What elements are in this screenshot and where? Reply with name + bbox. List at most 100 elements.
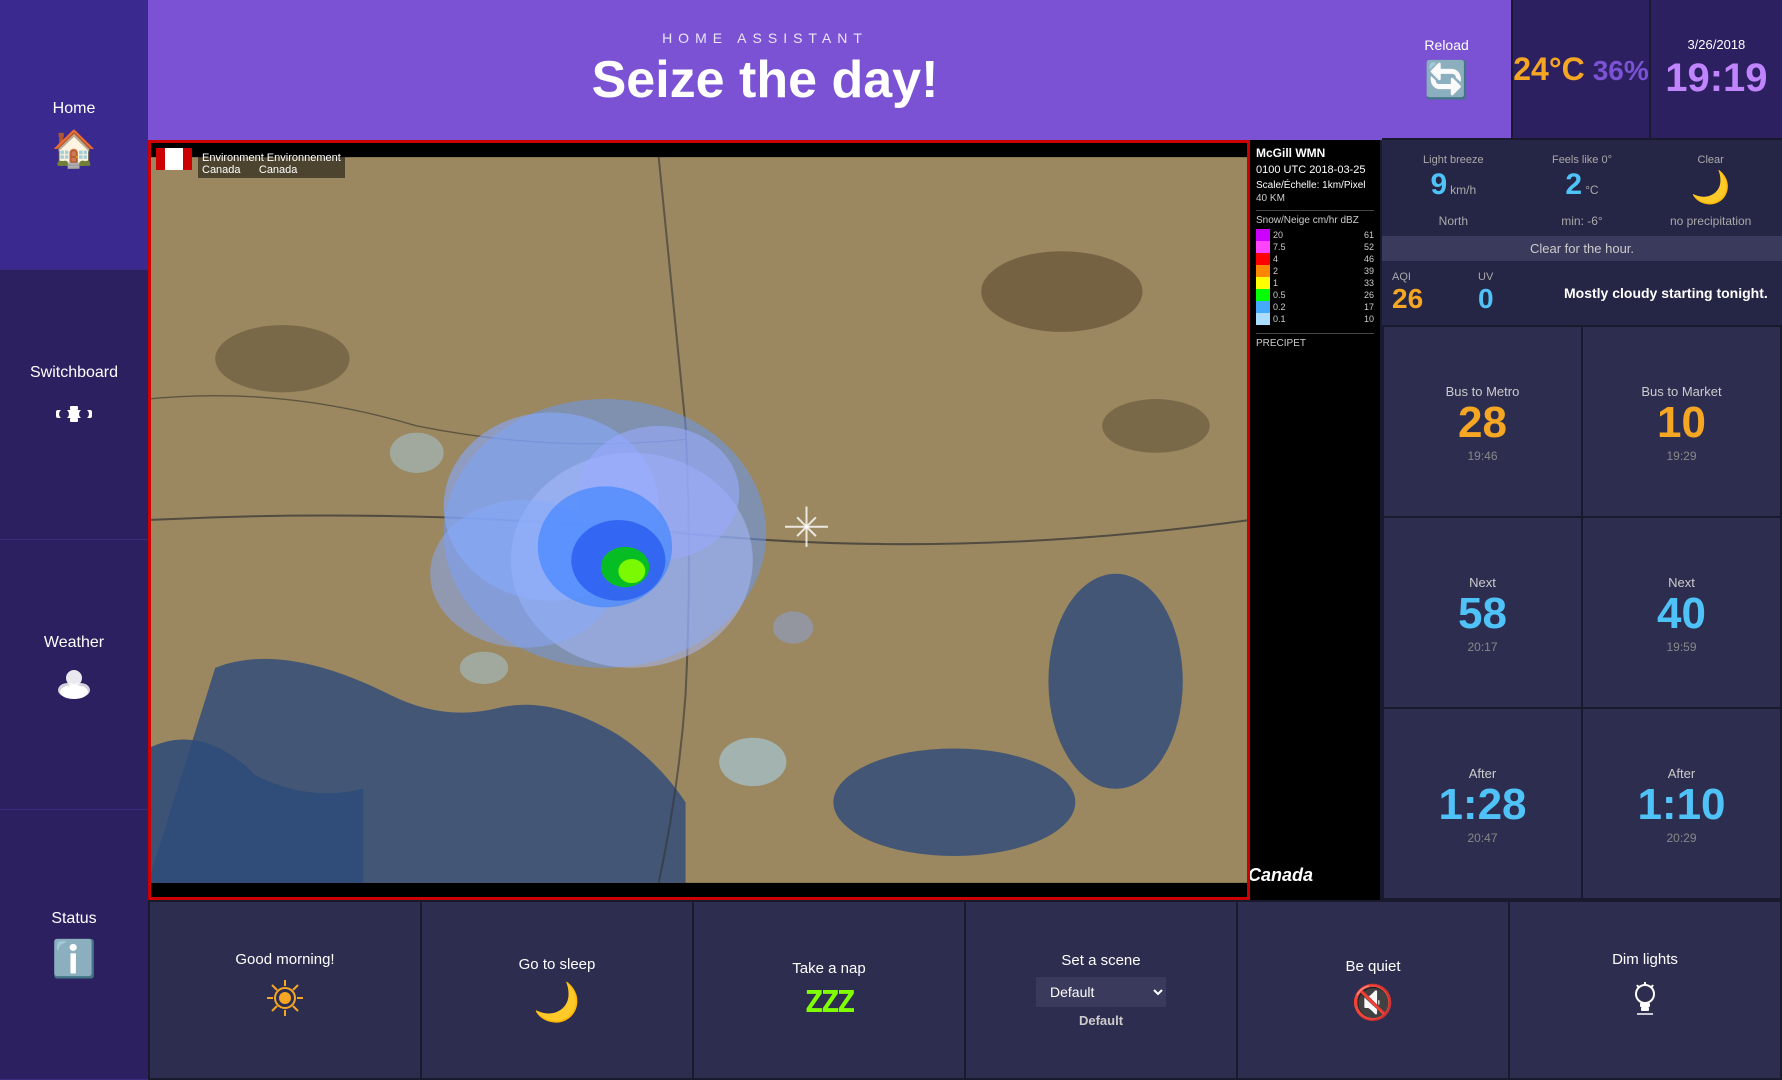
wind-stat: Light breeze 9 km/h (1392, 154, 1515, 206)
sidebar-item-home[interactable]: Home 🏠 (0, 0, 148, 270)
weather-top-stats: Light breeze 9 km/h Feels like 0° 2 °C C… (1382, 140, 1782, 212)
sidebar-item-switchboard[interactable]: Switchboard (0, 270, 148, 540)
bus-next1-title: Next (1469, 575, 1496, 590)
wind-dir: North (1392, 214, 1515, 228)
be-quiet-label: Be quiet (1345, 958, 1400, 975)
bus-next2-title: Next (1668, 575, 1695, 590)
legend-row-20: 20 61 (1256, 229, 1374, 241)
temperature-display: 24°C 36% (1513, 0, 1651, 140)
bus-next2-number: 40 (1657, 592, 1706, 636)
bus-market-number: 10 (1657, 401, 1706, 445)
set-a-scene-button[interactable]: Set a scene Default Default (966, 902, 1236, 1078)
sidebar-item-weather[interactable]: Weather (0, 540, 148, 810)
sidebar-item-status[interactable]: Status ℹ️ (0, 810, 148, 1080)
weather-panel: Light breeze 9 km/h Feels like 0° 2 °C C… (1382, 140, 1782, 900)
feels-min: min: -6° (1521, 214, 1644, 228)
dim-lights-icon (1623, 976, 1667, 1029)
sidebar-switchboard-label: Switchboard (30, 364, 118, 382)
wind-label: Light breeze (1423, 154, 1484, 166)
condition-icon: 🌙 (1691, 168, 1731, 206)
bus-after1-number: 1:28 (1438, 783, 1526, 827)
take-a-nap-icon: ZZZ (805, 985, 853, 1020)
aqi-value: 26 (1392, 283, 1472, 315)
reload-label: Reload (1424, 37, 1468, 53)
feels-value: 2 (1565, 168, 1582, 202)
weather-forecast: Mostly cloudy starting tonight. (1564, 285, 1772, 301)
bus-next1-time: 20:17 (1467, 640, 1497, 654)
bus-card-next1: Next 58 20:17 (1384, 518, 1581, 707)
bus-after2-number: 1:10 (1637, 783, 1725, 827)
good-morning-label: Good morning! (235, 951, 334, 968)
legend-row-75: 7.5 52 (1256, 241, 1374, 253)
bus-after1-time: 20:47 (1467, 831, 1497, 845)
bus-next1-number: 58 (1458, 592, 1507, 636)
current-time: 19:19 (1665, 56, 1767, 101)
radar-time: 0100 UTC 2018-03-25 (1256, 164, 1374, 176)
bus-market-time: 19:29 (1666, 449, 1696, 463)
scene-select[interactable]: Default (1036, 977, 1166, 1007)
feels-label: Feels like 0° (1552, 154, 1612, 166)
take-a-nap-label: Take a nap (792, 960, 865, 977)
radar-scale: Scale/Échelle: 1km/Pixel (1256, 180, 1374, 191)
sidebar-status-label: Status (51, 910, 96, 928)
bus-card-after2: After 1:10 20:29 (1583, 709, 1780, 898)
weather-icon (52, 662, 96, 715)
set-a-scene-label: Set a scene (1061, 952, 1140, 969)
temperature-celsius: 24°C (1513, 51, 1585, 88)
home-icon: 🏠 (52, 128, 97, 170)
good-morning-icon (263, 976, 307, 1029)
bus-after1-title: After (1469, 766, 1496, 781)
sidebar-weather-label: Weather (44, 634, 104, 652)
clock-display: 3/26/2018 19:19 (1651, 0, 1782, 140)
aqi-label: AQI (1392, 271, 1472, 283)
bus-metro-title: Bus to Metro (1446, 384, 1520, 399)
go-to-sleep-label: Go to sleep (519, 956, 596, 973)
humidity-percent: 36% (1593, 55, 1649, 87)
action-bar: Good morning! Go to sleep 🌙 (148, 900, 1782, 1080)
uv-block: UV 0 (1478, 271, 1558, 315)
go-to-sleep-icon: 🌙 (533, 981, 580, 1025)
uv-value: 0 (1478, 283, 1558, 315)
be-quiet-icon: 🔇 (1352, 983, 1394, 1023)
feels-unit: °C (1585, 183, 1598, 197)
legend-row-01: 0.1 10 (1256, 313, 1374, 325)
bus-card-after1: After 1:28 20:47 (1384, 709, 1581, 898)
legend-row-2: 2 39 (1256, 265, 1374, 277)
header: HOME ASSISTANT Seize the day! (148, 0, 1382, 140)
weather-aqi-section: AQI 26 UV 0 Mostly cloudy starting tonig… (1382, 261, 1782, 325)
bus-schedule: Bus to Metro 28 19:46 Bus to Market 10 1… (1382, 325, 1782, 900)
go-to-sleep-button[interactable]: Go to sleep 🌙 (422, 902, 692, 1078)
status-icon: ℹ️ (52, 938, 97, 980)
radar-legend-title: Snow/Neige cm/hr dBZ (1256, 210, 1374, 226)
switchboard-icon (52, 392, 96, 445)
bus-card-market: Bus to Market 10 19:29 (1583, 327, 1780, 516)
bus-after2-time: 20:29 (1666, 831, 1696, 845)
take-a-nap-button[interactable]: Take a nap ZZZ (694, 902, 964, 1078)
condition-sub: no precipitation (1649, 214, 1772, 228)
header-title: Seize the day! (592, 50, 939, 110)
wind-unit: km/h (1450, 183, 1476, 197)
reload-button[interactable]: Reload 🔄 (1382, 0, 1513, 140)
radar-station: McGill WMN (1256, 146, 1374, 162)
bus-metro-time: 19:46 (1467, 449, 1497, 463)
dim-lights-button[interactable]: Dim lights (1510, 902, 1780, 1078)
env-canada-text: Environment EnvironnementCanada Canada (198, 150, 345, 178)
weather-sub-stats: North min: -6° no precipitation (1382, 212, 1782, 236)
legend-row-4: 4 46 (1256, 253, 1374, 265)
dim-lights-label: Dim lights (1612, 951, 1678, 968)
feels-stat: Feels like 0° 2 °C (1521, 154, 1644, 206)
sidebar-home-label: Home (53, 100, 96, 118)
aqi-block: AQI 26 (1392, 271, 1472, 315)
radar-map-area: Environment EnvironnementCanada Canada M… (148, 140, 1382, 900)
legend-row-1: 1 33 (1256, 277, 1374, 289)
radar-precipet: PRECIPET (1256, 333, 1374, 349)
weather-summary-bar: Clear for the hour. (1382, 236, 1782, 261)
canada-wordmark: Canada (1248, 865, 1366, 886)
reload-icon: 🔄 (1424, 59, 1469, 101)
condition-stat: Clear 🌙 (1649, 154, 1772, 206)
good-morning-button[interactable]: Good morning! (150, 902, 420, 1078)
be-quiet-button[interactable]: Be quiet 🔇 (1238, 902, 1508, 1078)
scene-current: Default (1079, 1013, 1123, 1028)
bus-card-metro: Bus to Metro 28 19:46 (1384, 327, 1581, 516)
legend-row-05: 0.5 26 (1256, 289, 1374, 301)
